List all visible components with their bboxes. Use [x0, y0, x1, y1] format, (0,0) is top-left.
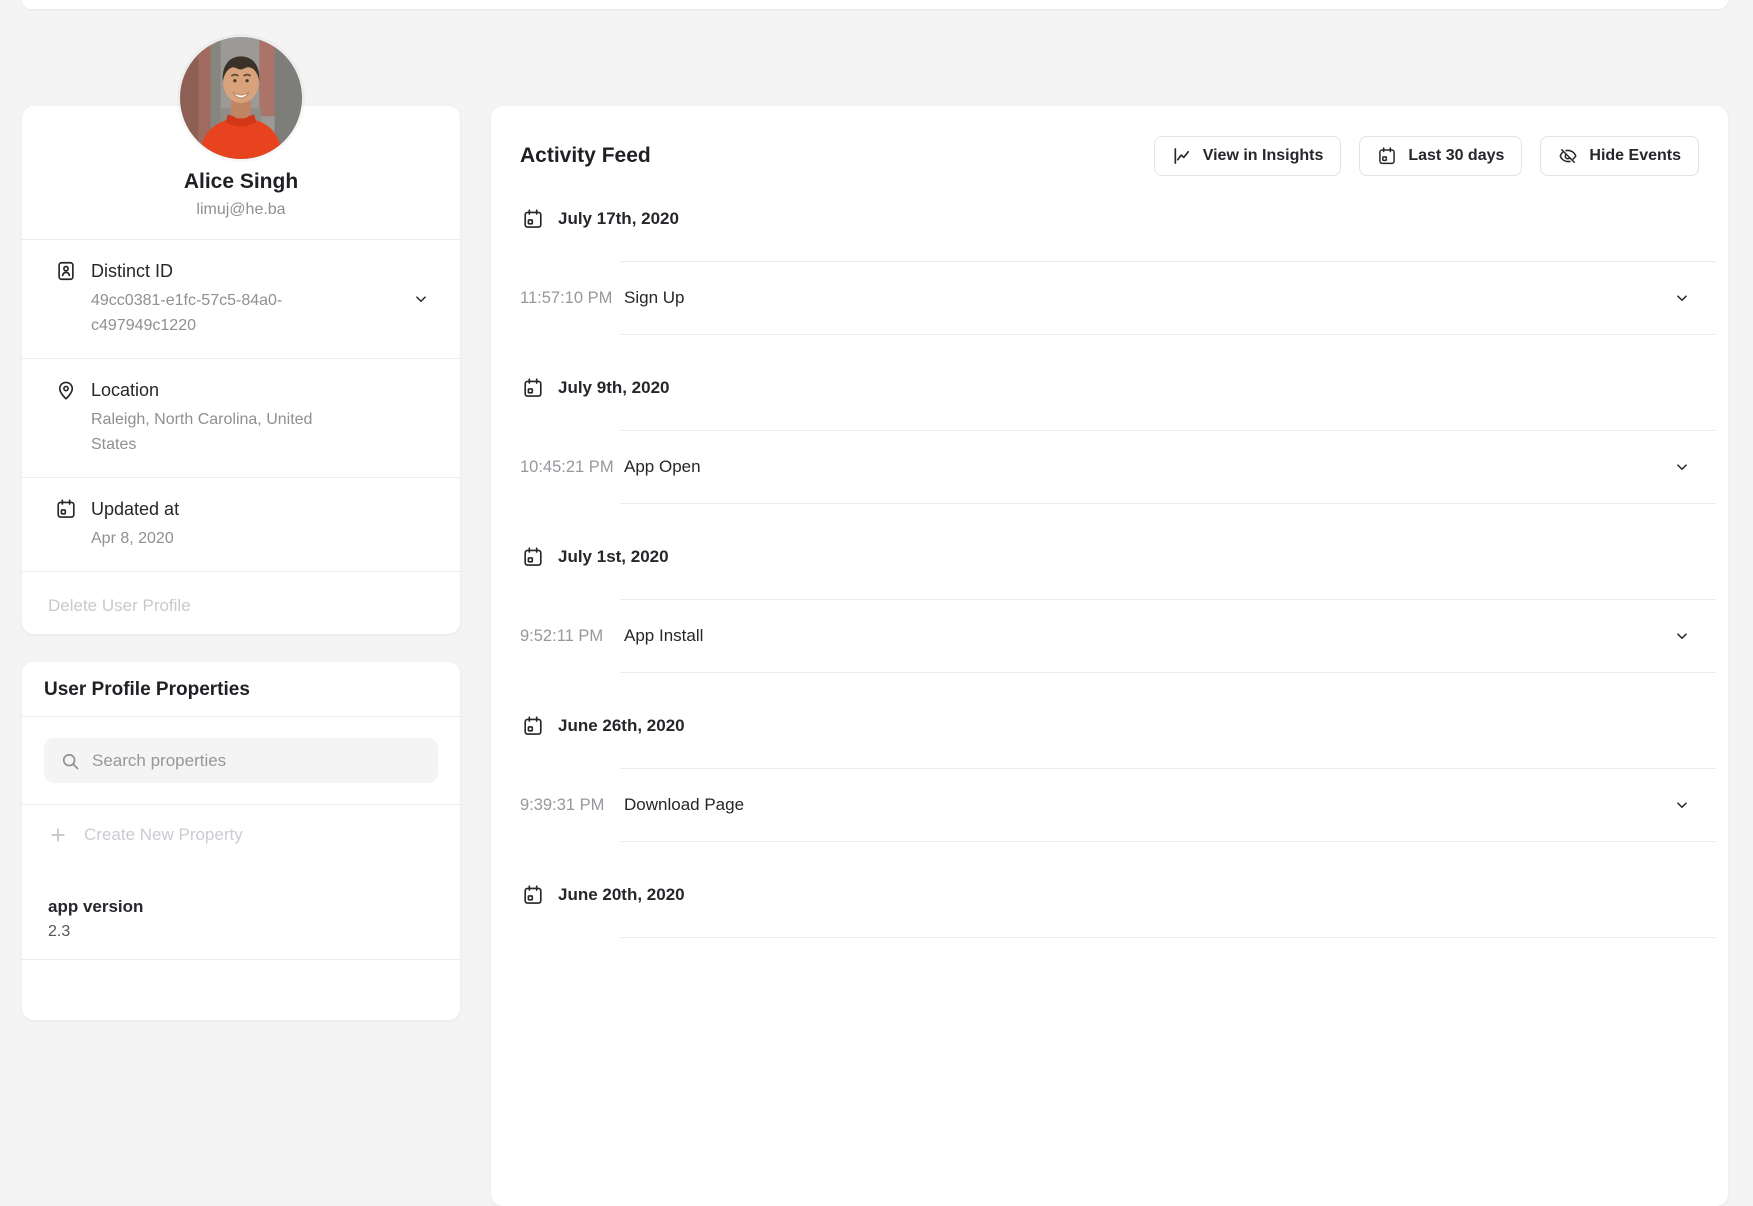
profile-sidebar: Alice Singh limuj@he.ba Distinct ID 49cc…	[22, 106, 460, 1020]
divider	[620, 503, 1716, 504]
avatar	[180, 37, 302, 159]
divider	[620, 937, 1716, 938]
date-label: June 26th, 2020	[558, 716, 685, 736]
button-label: Hide Events	[1589, 147, 1681, 165]
properties-title-row: User Profile Properties	[22, 662, 460, 716]
create-new-property-label: Create New Property	[84, 825, 243, 845]
feed-toolbar-button[interactable]: Hide Events	[1540, 136, 1699, 176]
calendar-icon	[522, 208, 544, 230]
feed-date-group: July 9th, 2020 10:45:21 PM App Open	[520, 376, 1716, 504]
chevron-down-icon[interactable]	[1673, 627, 1691, 645]
profile-fields: Distinct ID 49cc0381-e1fc-57c5-84a0-c497…	[22, 239, 460, 571]
properties-title: User Profile Properties	[44, 679, 250, 700]
id-badge-icon	[55, 260, 77, 282]
button-label: Last 30 days	[1408, 147, 1504, 165]
date-label: July 1st, 2020	[558, 547, 669, 567]
feed-date-group: June 26th, 2020 9:39:31 PM Download Page	[520, 714, 1716, 842]
field-value: Raleigh, North Carolina, United States	[91, 407, 341, 457]
top-bar-edge	[22, 0, 1728, 9]
delete-user-profile-row: Delete User Profile	[22, 571, 460, 634]
profile-name: Alice Singh	[42, 170, 440, 194]
profile-field-row: Location Raleigh, North Carolina, United…	[22, 358, 460, 477]
event-name: App Open	[624, 457, 1673, 477]
feed-body: July 17th, 2020 11:57:10 PM Sign Up July…	[491, 207, 1728, 938]
field-value: 49cc0381-e1fc-57c5-84a0-c497949c1220	[91, 288, 341, 338]
event-rows: 9:39:31 PM Download Page	[520, 769, 1716, 842]
property-name: app version	[48, 897, 434, 917]
activity-feed-header: Activity Feed View in Insights Last 30 d…	[491, 106, 1728, 176]
insights-icon	[1172, 146, 1192, 166]
chevron-down-icon[interactable]	[1673, 289, 1691, 307]
event-rows: 10:45:21 PM App Open	[520, 431, 1716, 504]
profile-field-head: Updated at	[55, 498, 430, 520]
chevron-down-icon[interactable]	[1673, 796, 1691, 814]
plus-icon	[48, 825, 68, 845]
event-rows: 11:57:10 PM Sign Up	[520, 262, 1716, 335]
properties-list: app version 2.3	[22, 865, 460, 960]
divider	[620, 334, 1716, 335]
location-icon	[55, 379, 77, 401]
event-time: 9:39:31 PM	[520, 796, 624, 815]
button-label: View in Insights	[1203, 147, 1324, 165]
date-header: July 9th, 2020	[522, 376, 1716, 400]
feed-toolbar-button[interactable]: View in Insights	[1154, 136, 1342, 176]
calendar-icon	[55, 498, 77, 520]
profile-field-head: Location	[55, 379, 430, 401]
field-value: Apr 8, 2020	[91, 526, 341, 551]
feed-date-group: July 1st, 2020 9:52:11 PM App Install	[520, 545, 1716, 673]
feed-toolbar-button[interactable]: Last 30 days	[1359, 136, 1522, 176]
field-label: Location	[91, 380, 159, 401]
property-value: 2.3	[48, 923, 434, 941]
event-row[interactable]: 11:57:10 PM Sign Up	[520, 262, 1716, 334]
user-profile-properties-card: User Profile Properties Create New Prope…	[22, 662, 460, 1020]
delete-user-profile-button[interactable]: Delete User Profile	[48, 596, 191, 615]
calendar-icon	[522, 546, 544, 568]
feed-date-group: June 20th, 2020	[520, 883, 1716, 938]
date-header: July 17th, 2020	[522, 207, 1716, 231]
field-label: Distinct ID	[91, 261, 173, 282]
profile-field-row: Updated at Apr 8, 2020	[22, 477, 460, 571]
calendar-icon	[1377, 146, 1397, 166]
profile-card: Alice Singh limuj@he.ba Distinct ID 49cc…	[22, 106, 460, 634]
create-new-property-button[interactable]: Create New Property	[22, 804, 460, 865]
calendar-icon	[522, 715, 544, 737]
event-time: 11:57:10 PM	[520, 289, 624, 308]
event-name: App Install	[624, 626, 1673, 646]
divider	[620, 672, 1716, 673]
properties-search-row	[22, 716, 460, 804]
property-item: app version 2.3	[22, 865, 460, 960]
event-rows: 9:52:11 PM App Install	[520, 600, 1716, 673]
event-row[interactable]: 10:45:21 PM App Open	[520, 431, 1716, 503]
calendar-icon	[522, 884, 544, 906]
event-row[interactable]: 9:52:11 PM App Install	[520, 600, 1716, 672]
feed-date-group: July 17th, 2020 11:57:10 PM Sign Up	[520, 207, 1716, 335]
event-time: 10:45:21 PM	[520, 458, 624, 477]
profile-field-row: Distinct ID 49cc0381-e1fc-57c5-84a0-c497…	[22, 239, 460, 358]
event-row[interactable]: 9:39:31 PM Download Page	[520, 769, 1716, 841]
field-label: Updated at	[91, 499, 179, 520]
chevron-down-icon[interactable]	[412, 290, 430, 308]
date-header: July 1st, 2020	[522, 545, 1716, 569]
avatar-photo	[180, 37, 302, 159]
activity-feed-title: Activity Feed	[520, 144, 651, 168]
search-icon	[60, 751, 80, 771]
date-header: June 26th, 2020	[522, 714, 1716, 738]
date-label: June 20th, 2020	[558, 885, 685, 905]
calendar-icon	[522, 377, 544, 399]
divider	[620, 841, 1716, 842]
eye-off-icon	[1558, 146, 1578, 166]
profile-email: limuj@he.ba	[42, 201, 440, 219]
date-label: July 17th, 2020	[558, 209, 679, 229]
event-name: Download Page	[624, 795, 1673, 815]
event-name: Sign Up	[624, 288, 1673, 308]
profile-field-head: Distinct ID	[55, 260, 430, 282]
event-time: 9:52:11 PM	[520, 627, 624, 646]
feed-toolbar: View in Insights Last 30 days Hide Event…	[1154, 136, 1699, 176]
search-box[interactable]	[44, 738, 438, 783]
date-header: June 20th, 2020	[522, 883, 1716, 907]
chevron-down-icon[interactable]	[1673, 458, 1691, 476]
activity-feed-card: Activity Feed View in Insights Last 30 d…	[491, 106, 1728, 1206]
date-label: July 9th, 2020	[558, 378, 670, 398]
search-properties-input[interactable]	[92, 751, 422, 771]
